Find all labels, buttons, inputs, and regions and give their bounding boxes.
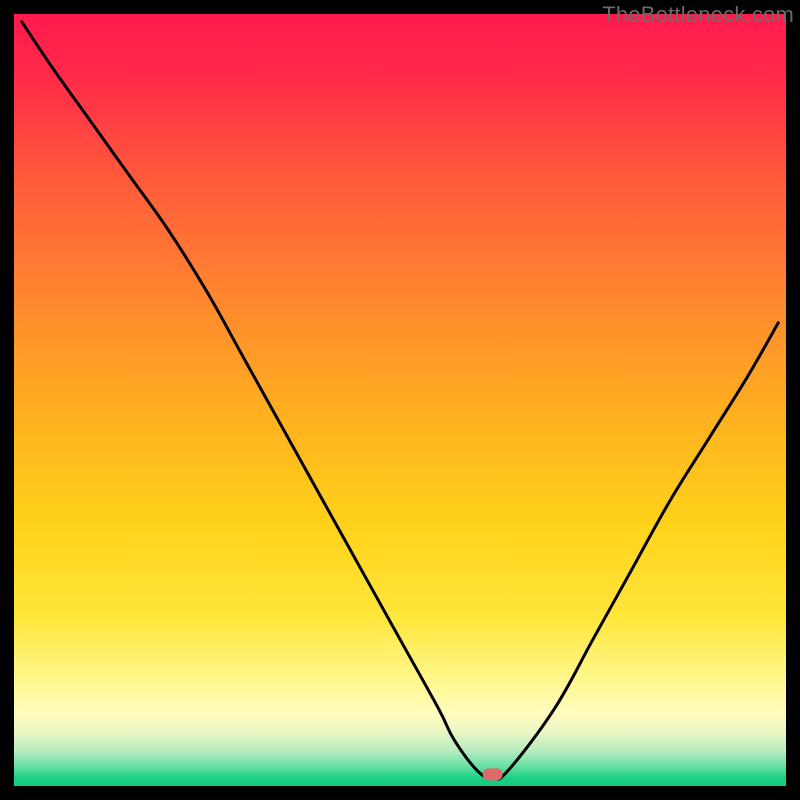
watermark-text: TheBottleneck.com — [602, 2, 794, 28]
gradient-background — [14, 14, 786, 786]
bottleneck-plot — [0, 0, 800, 800]
optimal-marker — [483, 768, 503, 780]
chart-frame: TheBottleneck.com — [0, 0, 800, 800]
